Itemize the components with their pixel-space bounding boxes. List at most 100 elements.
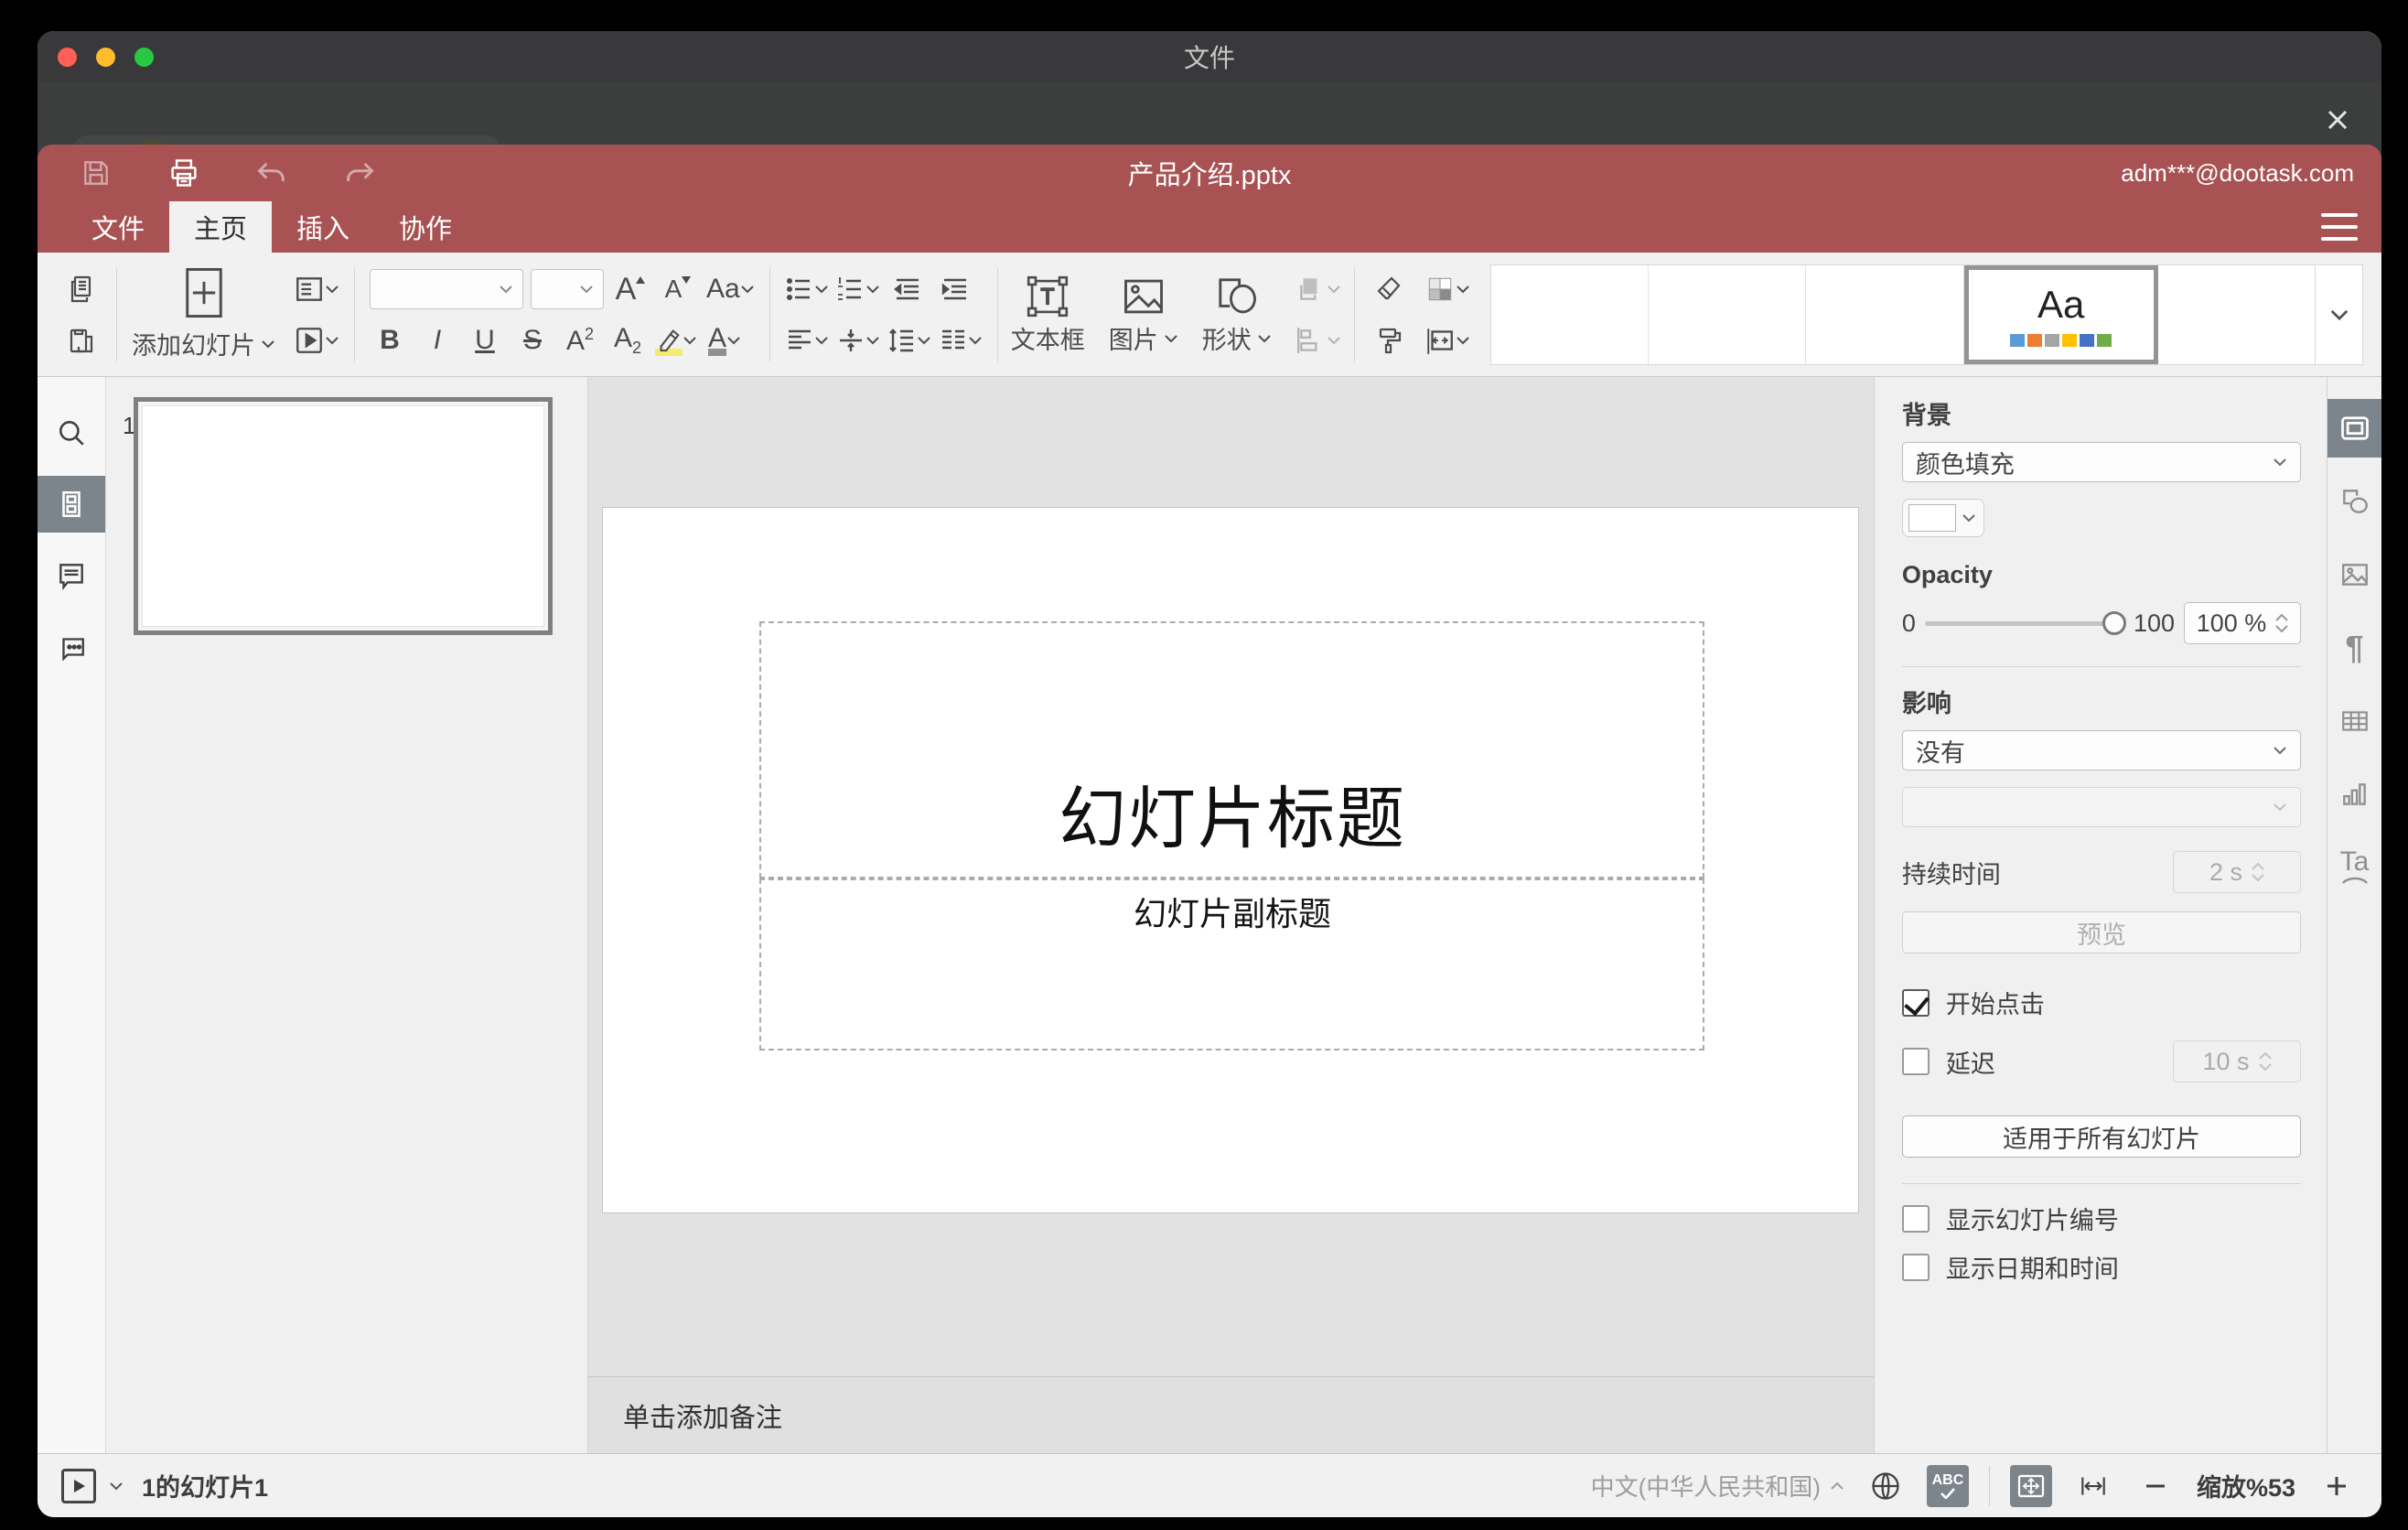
spin-down-icon <box>2258 1063 2272 1071</box>
sidebar-item-search[interactable] <box>38 404 105 461</box>
panel-tab-table-settings[interactable] <box>2327 692 2381 750</box>
status-bar: 1的幻灯片1 中文(中华人民共和国) ABC 缩放%53 <box>38 1453 2381 1517</box>
background-fill-select[interactable]: 颜色填充 <box>1901 442 2301 482</box>
slide[interactable]: 幻灯片标题 幻灯片副标题 <box>602 507 1860 1213</box>
start-on-click-checkbox[interactable] <box>1901 988 1930 1017</box>
color-scheme-button[interactable] <box>1424 267 1470 311</box>
opacity-slider-knob[interactable] <box>2102 611 2126 635</box>
fit-to-slide-button[interactable] <box>2009 1464 2052 1507</box>
insert-image-button[interactable]: 图片 <box>1109 273 1178 356</box>
sidebar-item-chat[interactable] <box>38 619 105 675</box>
theme-cell-blank-1[interactable] <box>1491 264 1650 364</box>
show-date-time-checkbox[interactable] <box>1901 1253 1930 1281</box>
insert-textbox-button[interactable]: 文本框 <box>1011 273 1085 356</box>
tab-home[interactable]: 主页 <box>169 201 273 253</box>
bold-button[interactable]: B <box>370 318 410 362</box>
decrease-indent-button[interactable] <box>887 267 928 311</box>
bullet-list-button[interactable] <box>785 267 829 311</box>
columns-button[interactable] <box>939 318 983 362</box>
slide-thumbnail-1[interactable] <box>134 397 553 635</box>
line-spacing-button[interactable] <box>887 318 931 362</box>
spellcheck-button[interactable]: ABC <box>1926 1464 1969 1507</box>
numbered-list-icon <box>837 276 861 300</box>
panel-tab-textart-settings[interactable]: Ta <box>2327 838 2381 897</box>
numbered-list-button[interactable] <box>836 267 880 311</box>
strikethrough-button[interactable]: S <box>512 318 553 362</box>
font-size-combo[interactable] <box>531 268 604 309</box>
align-shape-button[interactable] <box>1295 318 1341 362</box>
slide-size-button[interactable] <box>1424 318 1470 362</box>
slide-size-icon <box>1426 328 1453 354</box>
superscript-button[interactable]: A2 <box>560 318 600 362</box>
duration-row: 持续时间 2 s <box>1902 851 2301 893</box>
start-slideshow-button[interactable] <box>294 318 339 362</box>
theme-cell-blank-2[interactable] <box>1649 264 1807 364</box>
notes-placeholder[interactable]: 单击添加备注 <box>623 1396 782 1435</box>
vertical-align-button[interactable] <box>836 318 880 362</box>
zoom-in-button[interactable] <box>2316 1465 2358 1507</box>
copy-button[interactable] <box>61 267 102 311</box>
theme-cell-selected[interactable]: Aa <box>1963 264 2158 364</box>
opacity-slider[interactable] <box>1924 611 2126 635</box>
delay-checkbox[interactable] <box>1901 1048 1930 1075</box>
panel-tab-paragraph-settings[interactable]: ¶ <box>2327 619 2381 677</box>
close-editor-button[interactable] <box>2317 100 2358 140</box>
start-preview-button[interactable] <box>61 1468 96 1503</box>
duration-value: 2 s <box>2209 857 2243 886</box>
slide-thumbnails-panel: 1 <box>106 377 588 1453</box>
arrange-shape-button[interactable] <box>1295 267 1341 311</box>
tab-collaboration[interactable]: 协作 <box>374 201 477 253</box>
titlebar: 文件 <box>38 31 2381 82</box>
highlight-color-button[interactable] <box>655 318 697 362</box>
sidebar-item-comments[interactable] <box>38 547 105 604</box>
tab-file[interactable]: 文件 <box>67 201 169 253</box>
panel-tab-image-settings[interactable] <box>2327 545 2381 604</box>
subscript-button[interactable]: A2 <box>607 318 648 362</box>
increase-indent-button[interactable] <box>935 267 975 311</box>
spinner[interactable] <box>2275 614 2288 632</box>
slide-canvas[interactable]: 幻灯片标题 幻灯片副标题 <box>588 377 1874 1376</box>
slide-title-text[interactable]: 幻灯片标题 <box>761 764 1703 862</box>
language-selector[interactable]: 中文(中华人民共和国) <box>1591 1469 1844 1503</box>
font-color-button[interactable]: A <box>704 318 745 362</box>
show-slide-number-checkbox[interactable] <box>1901 1204 1930 1233</box>
add-slide-button[interactable]: 添加幻灯片 <box>132 267 275 361</box>
sidebar-item-slides[interactable] <box>38 476 105 533</box>
notes-area[interactable]: 单击添加备注 <box>588 1376 1874 1453</box>
panel-tab-slide-settings[interactable] <box>2327 399 2381 458</box>
decrease-font-button[interactable]: A <box>659 267 699 311</box>
opacity-input[interactable]: 100 % <box>2184 602 2301 644</box>
set-language-button[interactable] <box>1865 1465 1907 1507</box>
italic-button[interactable]: I <box>417 318 457 362</box>
delay-value: 10 s <box>2202 1047 2250 1075</box>
title-placeholder[interactable]: 幻灯片标题 <box>759 621 1705 878</box>
background-color-swatch[interactable] <box>1901 499 1984 537</box>
theme-cell-blank-4[interactable] <box>2158 265 2315 364</box>
copy-style-button[interactable] <box>1370 318 1410 362</box>
chevron-down-icon <box>262 339 274 348</box>
theme-cell-blank-3[interactable] <box>1806 264 1964 364</box>
subtitle-placeholder[interactable]: 幻灯片副标题 <box>759 878 1705 1051</box>
effect-select[interactable]: 没有 <box>1901 730 2301 770</box>
theme-gallery-more-button[interactable] <box>2316 264 2363 365</box>
fit-to-width-button[interactable] <box>2072 1465 2114 1507</box>
panel-tab-shape-settings[interactable] <box>2327 472 2381 531</box>
font-name-combo[interactable] <box>370 268 523 309</box>
horizontal-align-button[interactable] <box>785 318 829 362</box>
panel-tab-chart-settings[interactable] <box>2327 765 2381 824</box>
insert-shape-button[interactable]: 形状 <box>1202 273 1272 356</box>
menu-hamburger-button[interactable] <box>2321 213 2358 241</box>
clear-style-button[interactable] <box>1370 267 1410 311</box>
underline-button[interactable]: U <box>465 318 505 362</box>
tab-insert[interactable]: 插入 <box>272 201 374 253</box>
slide-layout-button[interactable] <box>294 267 339 311</box>
zoom-out-button[interactable] <box>2134 1465 2177 1507</box>
apply-all-button[interactable]: 适用于所有幻灯片 <box>1901 1115 2301 1158</box>
slide-subtitle-text[interactable]: 幻灯片副标题 <box>761 888 1703 935</box>
paste-button[interactable] <box>61 318 102 362</box>
shape-align-icon <box>1296 327 1317 353</box>
change-case-button[interactable]: Aa <box>706 267 755 311</box>
spellcheck-abc-label: ABC <box>1931 1471 1964 1488</box>
increase-font-button[interactable]: A <box>611 267 651 311</box>
chevron-down-icon <box>1456 285 1469 293</box>
